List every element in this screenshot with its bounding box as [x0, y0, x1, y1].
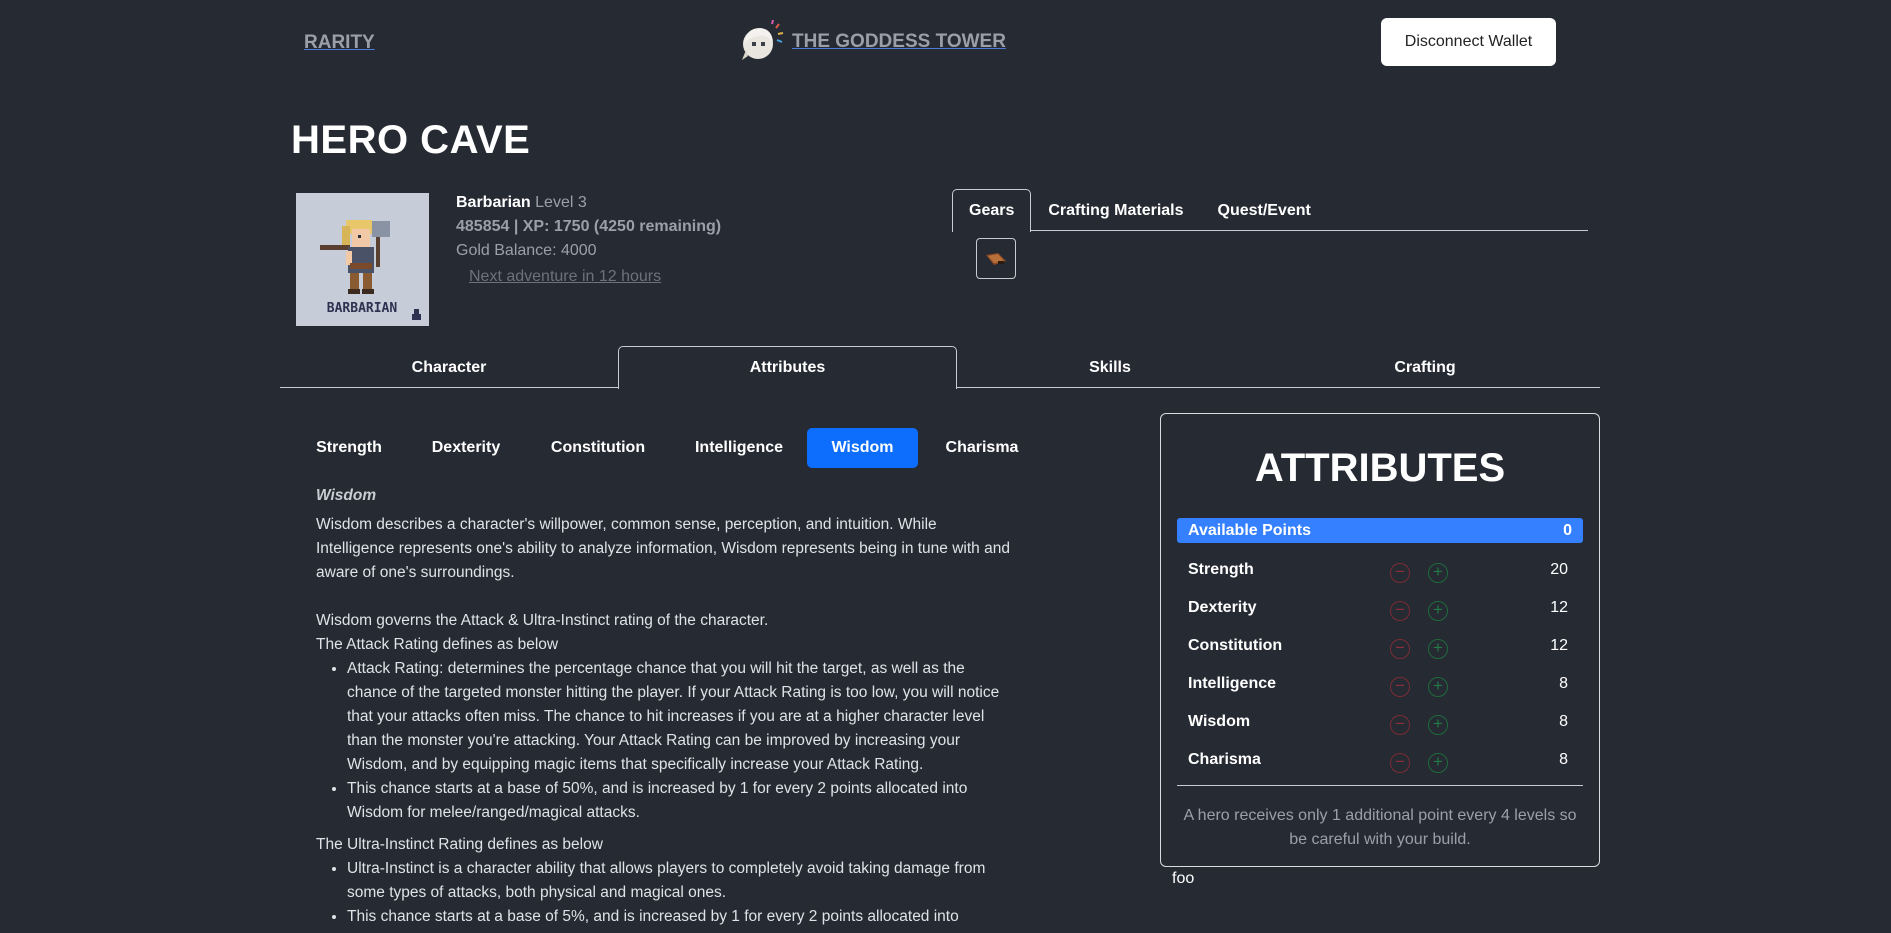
pill-charisma[interactable]: Charisma — [930, 428, 1034, 468]
goddess-logo-icon — [742, 20, 784, 60]
decrease-wisdom-button[interactable]: − — [1390, 715, 1410, 735]
hero-portrait: BARBARIAN — [296, 193, 429, 326]
hero-level: Level 3 — [535, 194, 587, 211]
available-points-bar: Available Points 0 — [1177, 518, 1583, 543]
description-heading: Wisdom — [316, 487, 377, 504]
main-tabs: Character Attributes Skills Crafting — [280, 346, 1600, 389]
attribute-name: Wisdom — [1188, 713, 1251, 730]
ultra-list: Ultra-Instinct is a character ability th… — [347, 857, 1016, 929]
list-item: Ultra-Instinct is a character ability th… — [347, 857, 1016, 905]
available-points-value: 0 — [1563, 522, 1572, 539]
attributes-panel: ATTRIBUTES Available Points 0 Strength −… — [1160, 413, 1600, 867]
attribute-value: 8 — [1559, 713, 1568, 730]
panel-divider — [1177, 785, 1583, 786]
available-points-label: Available Points — [1188, 522, 1311, 539]
attribute-row-strength: Strength − + 20 — [1188, 558, 1568, 588]
disconnect-wallet-button[interactable]: Disconnect Wallet — [1381, 18, 1556, 66]
center-logo-link[interactable]: THE GODDESS TOWER — [736, 20, 1006, 64]
attribute-row-constitution: Constitution − + 12 — [1188, 634, 1568, 664]
tab-crafting-materials[interactable]: Crafting Materials — [1031, 189, 1200, 231]
gear-slot[interactable] — [976, 238, 1016, 279]
tab-skills[interactable]: Skills — [957, 346, 1263, 388]
attribute-value: 12 — [1550, 637, 1568, 654]
attribute-name: Dexterity — [1188, 599, 1257, 616]
increase-wisdom-button[interactable]: + — [1428, 715, 1448, 735]
attribute-row-dexterity: Dexterity − + 12 — [1188, 596, 1568, 626]
attribute-row-wisdom: Wisdom − + 8 — [1188, 710, 1568, 740]
attribute-name: Intelligence — [1188, 675, 1277, 692]
attribute-name: Constitution — [1188, 637, 1283, 654]
increase-charisma-button[interactable]: + — [1428, 753, 1448, 773]
tab-attributes[interactable]: Attributes — [618, 346, 957, 389]
decrease-strength-button[interactable]: − — [1390, 563, 1410, 583]
footer-text: foo — [1172, 870, 1195, 887]
panel-note: A hero receives only 1 additional point … — [1183, 807, 1577, 848]
pill-strength[interactable]: Strength — [300, 428, 398, 468]
attribute-value: 8 — [1559, 751, 1568, 768]
attribute-row-charisma: Charisma − + 8 — [1188, 748, 1568, 778]
decrease-charisma-button[interactable]: − — [1390, 753, 1410, 773]
rarity-link[interactable]: RARITY — [304, 32, 375, 54]
description-intro: Wisdom describes a character's willpower… — [316, 516, 1010, 581]
attribute-description: Wisdom Wisdom describes a character's wi… — [316, 484, 1016, 929]
attack-list: Attack Rating: determines the percentage… — [347, 657, 1016, 825]
panel-title: ATTRIBUTES — [1254, 446, 1506, 490]
next-adventure-link[interactable]: Next adventure in 12 hours — [469, 265, 661, 289]
tab-quest-event[interactable]: Quest/Event — [1201, 189, 1328, 231]
attribute-value: 8 — [1559, 675, 1568, 692]
list-item: Attack Rating: determines the percentage… — [347, 657, 1016, 777]
tab-gears[interactable]: Gears — [952, 189, 1032, 232]
decrease-constitution-button[interactable]: − — [1390, 639, 1410, 659]
increase-dexterity-button[interactable]: + — [1428, 601, 1448, 621]
hero-info: Barbarian Level 3 485854 | XP: 1750 (425… — [456, 191, 721, 289]
decrease-dexterity-button[interactable]: − — [1390, 601, 1410, 621]
increase-strength-button[interactable]: + — [1428, 563, 1448, 583]
pill-constitution[interactable]: Constitution — [533, 428, 663, 468]
attribute-value: 12 — [1550, 599, 1568, 616]
hero-gold-balance: Gold Balance: 4000 — [456, 242, 597, 259]
pill-wisdom[interactable]: Wisdom — [807, 428, 918, 468]
increase-intelligence-button[interactable]: + — [1428, 677, 1448, 697]
ultra-heading: The Ultra-Instinct Rating defines as bel… — [316, 836, 603, 853]
tab-character[interactable]: Character — [280, 346, 618, 388]
hero-class: Barbarian — [456, 194, 531, 211]
attribute-value: 20 — [1550, 561, 1568, 578]
weapon-item-icon — [986, 252, 1006, 265]
attribute-name: Charisma — [1188, 751, 1261, 768]
goddess-tower-title[interactable]: THE GODDESS TOWER — [792, 31, 1006, 53]
portrait-label: BARBARIAN — [327, 301, 398, 316]
decrease-intelligence-button[interactable]: − — [1390, 677, 1410, 697]
attribute-name: Strength — [1188, 561, 1254, 578]
barbarian-sprite-icon: BARBARIAN — [296, 193, 429, 326]
attack-heading: The Attack Rating defines as below — [316, 636, 559, 653]
tab-crafting[interactable]: Crafting — [1263, 346, 1587, 388]
attribute-row-intelligence: Intelligence − + 8 — [1188, 672, 1568, 702]
page-title: HERO CAVE — [291, 118, 531, 162]
pill-intelligence[interactable]: Intelligence — [680, 428, 798, 468]
list-item: This chance starts at a base of 5%, and … — [347, 905, 1016, 929]
top-navbar: RARITY THE GODDESS TOWER Disconnect Wall… — [0, 0, 1891, 84]
description-governs: Wisdom governs the Attack & Ultra-Instin… — [316, 612, 769, 629]
pill-dexterity[interactable]: Dexterity — [415, 428, 517, 468]
hero-xp: 485854 | XP: 1750 (4250 remaining) — [456, 218, 722, 235]
increase-constitution-button[interactable]: + — [1428, 639, 1448, 659]
list-item: This chance starts at a base of 50%, and… — [347, 777, 1016, 825]
inventory-tabs: Gears Crafting Materials Quest/Event — [952, 189, 1588, 232]
